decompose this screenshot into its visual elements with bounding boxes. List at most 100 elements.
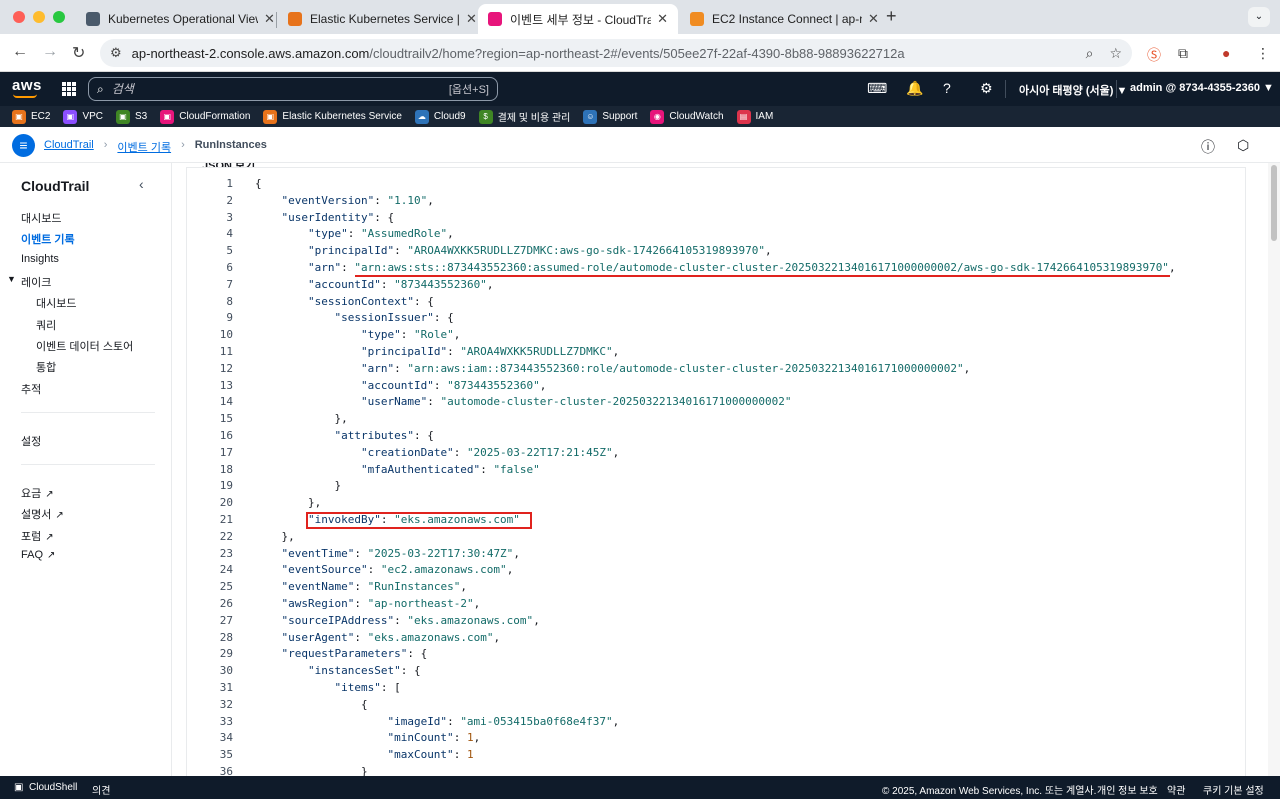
region-selector[interactable]: 아시아 태평양 (서울) ▼ — [1019, 82, 1127, 98]
sidebar-item-query[interactable]: 쿼리 — [36, 317, 56, 333]
favorite-cloudwatch[interactable]: ◉ CloudWatch — [650, 109, 724, 124]
sidebar-item-documentation[interactable]: 설명서 ↗ — [21, 506, 64, 522]
breadcrumb-cloudtrail[interactable]: CloudTrail — [44, 139, 94, 155]
tab-search-icon[interactable]: ⌄ — [1248, 7, 1270, 27]
line-text: "creationDate": "2025-03-22T17:21:45Z", — [360, 445, 620, 459]
sidebar-item-pricing[interactable]: 요금 ↗ — [21, 485, 54, 501]
footer-privacy[interactable]: 개인 정보 보호 — [1097, 782, 1158, 797]
favorite-eks[interactable]: ▣ Elastic Kubernetes Service — [263, 109, 402, 124]
kubernetes-view-favicon-icon — [86, 12, 100, 26]
reload-icon[interactable]: ↻ — [72, 43, 85, 63]
window-maximize-button[interactable] — [53, 11, 65, 23]
favorite-billing[interactable]: $ 결제 및 비용 관리 — [478, 109, 570, 124]
tab-close-icon[interactable]: ✕ — [466, 11, 477, 27]
info-icon[interactable]: ⓘ — [1201, 137, 1215, 157]
tab-close-icon[interactable]: ✕ — [868, 11, 879, 27]
extensions-puzzle-icon[interactable]: ⧉ — [1178, 45, 1188, 62]
account-menu[interactable]: admin @ 8734-4355-2360 ▼ — [1130, 82, 1274, 94]
sidebar-item-lake[interactable]: 레이크 — [21, 274, 51, 290]
favorite-support[interactable]: ☺ Support — [583, 109, 637, 124]
sidebar-item-forums[interactable]: 포럼 ↗ — [21, 528, 54, 544]
favorite-cloudformation[interactable]: ▣ CloudFormation — [160, 109, 250, 124]
sidebar-item-faq[interactable]: FAQ ↗ — [21, 549, 55, 561]
favorite-label: Elastic Kubernetes Service — [282, 111, 402, 122]
line-number: 22 — [219, 529, 233, 543]
sidebar-item-lake-dashboard[interactable]: 대시보드 — [36, 295, 76, 311]
back-arrow-icon[interactable]: ← — [12, 43, 28, 61]
line-number: 20 — [219, 496, 233, 510]
profile-avatar-icon[interactable]: ● — [1222, 45, 1230, 61]
sidebar-item-integrations[interactable]: 통합 — [36, 359, 56, 375]
help-icon[interactable]: ? — [943, 80, 951, 96]
window-minimize-button[interactable] — [33, 11, 45, 23]
browser-tab[interactable]: Elastic Kubernetes Service | a ✕ — [278, 4, 487, 34]
browser-tab-active[interactable]: 이벤트 세부 정보 - CloudTrail ✕ — [478, 4, 678, 34]
aws-search-box[interactable]: ⌕ [옵션+S] — [88, 77, 498, 101]
tab-close-icon[interactable]: ✕ — [264, 11, 275, 27]
aws-logo[interactable]: aws — [12, 77, 42, 94]
favorite-iam[interactable]: ▤ IAM — [736, 109, 773, 124]
code-line: 10 "type": "Role", — [201, 327, 1247, 344]
line-number: 26 — [219, 596, 233, 610]
tab-close-icon[interactable]: ✕ — [657, 11, 668, 27]
bookmark-star-icon[interactable]: ☆ — [1109, 45, 1122, 62]
search-icon: ⌕ — [97, 81, 104, 96]
breadcrumb-event-history[interactable]: 이벤트 기록 — [117, 139, 171, 155]
favorite-ec2[interactable]: ▣ EC2 — [12, 109, 50, 124]
json-code-lines: 1{2 "eventVersion": "1.10", 3 "userIdenti… — [201, 176, 1247, 776]
code-line: 35 "maxCount": 1 — [201, 747, 1247, 764]
footer-cloudshell[interactable]: CloudShell — [29, 782, 77, 793]
support-icon: ☺ — [583, 109, 598, 124]
code-line: 1{ — [201, 176, 1247, 193]
search-input[interactable] — [111, 82, 449, 96]
favorite-s3[interactable]: ▣ S3 — [116, 109, 147, 124]
notifications-bell-icon[interactable]: 🔔 — [906, 80, 923, 97]
scrollbar-thumb[interactable] — [1271, 165, 1277, 241]
browser-menu-icon[interactable]: ⋮ — [1256, 45, 1270, 62]
sidebar-item-dashboard[interactable]: 대시보드 — [21, 210, 61, 226]
sidebar-item-event-data-store[interactable]: 이벤트 데이터 스토어 — [36, 338, 133, 354]
site-info-icon[interactable]: ⚙ — [110, 45, 122, 61]
browser-tab[interactable]: Kubernetes Operational View ✕ — [76, 4, 285, 34]
browser-tab[interactable]: EC2 Instance Connect | ap-no ✕ — [680, 4, 889, 34]
services-grid-icon[interactable] — [62, 82, 76, 96]
code-line: 15 }, — [201, 411, 1247, 428]
footer-feedback[interactable]: 의견 — [92, 782, 110, 797]
line-text: { — [255, 177, 262, 190]
window-close-button[interactable] — [13, 11, 25, 23]
line-number: 32 — [219, 697, 233, 711]
line-text: "eventTime": "2025-03-22T17:30:47Z", — [281, 546, 520, 560]
cloudshell-footer-icon[interactable]: ▣ — [14, 782, 23, 793]
hamburger-menu-icon[interactable]: ≡ — [12, 134, 35, 157]
line-text: }, — [255, 529, 295, 543]
footer-cookies[interactable]: 쿠키 기본 설정 — [1203, 782, 1264, 797]
code-line: 27 "sourceIPAddress": "eks.amazonaws.com… — [201, 613, 1247, 630]
forward-arrow-icon[interactable]: → — [42, 43, 58, 61]
code-line: 26 "awsRegion": "ap-northeast-2", — [201, 596, 1247, 613]
zoom-search-icon[interactable]: ⌕ — [1086, 45, 1094, 62]
preferences-hex-icon[interactable]: ⬡ — [1237, 137, 1249, 154]
json-code-editor[interactable]: 1{2 "eventVersion": "1.10", 3 "userIdenti… — [186, 167, 1246, 776]
new-tab-button[interactable]: + — [886, 6, 897, 27]
sidebar-item-insights[interactable]: Insights — [21, 253, 59, 265]
sidebar-item-settings[interactable]: 설정 — [21, 433, 41, 449]
page-scrollbar[interactable] — [1268, 163, 1280, 776]
sidebar-title: CloudTrail — [21, 178, 90, 194]
line-number: 6 — [226, 260, 233, 274]
sidebar-item-event-history[interactable]: 이벤트 기록 — [21, 231, 75, 247]
settings-gear-icon[interactable]: ⚙ — [980, 80, 993, 97]
code-line: 18 "mfaAuthenticated": "false" — [201, 462, 1247, 479]
cloudshell-icon[interactable]: ⌨ — [867, 80, 887, 97]
footer-terms[interactable]: 약관 — [1167, 782, 1185, 797]
favorite-cloud9[interactable]: ☁ Cloud9 — [414, 109, 466, 124]
sidebar-collapse-icon[interactable]: ‹ — [139, 176, 144, 192]
extension-s-icon[interactable]: Ⓢ — [1147, 45, 1161, 65]
address-bar[interactable]: ⚙ ap-northeast-2.console.aws.amazon.com … — [100, 39, 1132, 67]
sidebar-item-trails[interactable]: 추적 — [21, 381, 41, 397]
lake-expand-caret-icon[interactable]: ▼ — [7, 274, 16, 284]
line-number: 16 — [219, 428, 233, 442]
favorite-vpc[interactable]: ▣ VPC — [63, 109, 103, 124]
line-number: 24 — [219, 563, 233, 577]
external-link-icon: ↗ — [47, 550, 56, 561]
line-text: "accountId": "873443552360", — [360, 378, 547, 392]
